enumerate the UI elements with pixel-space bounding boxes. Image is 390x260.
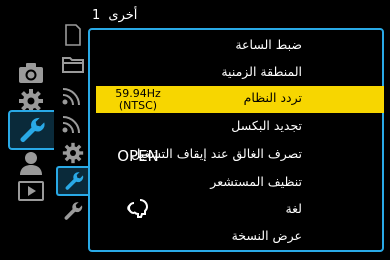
subtab-wifi-1[interactable] xyxy=(58,82,88,108)
page-number: 1 xyxy=(92,8,101,23)
category-setup[interactable] xyxy=(8,110,54,150)
wifi-icon xyxy=(62,113,84,133)
menu-item-sensor-cleaning[interactable]: تنظيف المستشعر xyxy=(96,170,384,197)
page-title: 1 أخرى xyxy=(92,8,137,26)
wrench-small-icon xyxy=(62,200,84,222)
menu-item-label: تجديد البكسل xyxy=(231,118,302,133)
menu-item-system-frequency[interactable]: 59.94Hz (NTSC) تردد النظام xyxy=(96,86,384,113)
menu-title: أخرى xyxy=(108,8,138,23)
menu-item-clock-set[interactable]: ضبط الساعة xyxy=(96,33,384,60)
subtab-setup-other-1[interactable] xyxy=(56,166,90,196)
subtab-wifi-2[interactable] xyxy=(58,110,88,136)
menu-item-label: تصرف الغالق عند إيقاف التشغيل xyxy=(131,146,302,161)
menu-item-label: تنظيف المستشعر xyxy=(210,174,302,189)
wrench-icon xyxy=(17,115,47,145)
category-playback[interactable] xyxy=(12,174,50,208)
card-icon xyxy=(65,24,81,46)
menu-item-time-zone[interactable]: المنطقة الزمنية xyxy=(96,60,384,87)
person-icon xyxy=(18,151,44,175)
menu-item-label: تردد النظام xyxy=(243,90,302,105)
camera-menu-screen: 1 أخرى ضبط الساعة المنطقة الزمنية 59.94H… xyxy=(0,0,390,260)
menu-item-label: المنطقة الزمنية xyxy=(221,64,302,79)
subtab-card[interactable] xyxy=(58,22,88,48)
menu-item-value: 59.94Hz (NTSC) xyxy=(96,86,180,113)
menu-item-shutter-power-off[interactable]: OPEN تصرف الغالق عند إيقاف التشغيل xyxy=(96,142,384,169)
speech-head-icon xyxy=(126,197,150,224)
menu-item-label: ضبط الساعة xyxy=(235,37,302,52)
gear-icon xyxy=(62,142,84,164)
frequency-standard: (NTSC) xyxy=(118,98,158,112)
frequency-value: 59.94Hz xyxy=(115,86,161,100)
wifi-icon xyxy=(62,85,84,105)
menu-item-label: عرض النسخة xyxy=(231,228,302,243)
subtab-folder[interactable] xyxy=(58,51,88,77)
menu-item-label: لغة xyxy=(285,201,302,216)
menu-item-value xyxy=(96,197,180,224)
wrench-small-icon xyxy=(63,170,85,192)
menu-item-version-display[interactable]: عرض النسخة xyxy=(96,224,384,251)
folder-icon xyxy=(62,55,84,73)
play-icon xyxy=(18,181,44,201)
camera-icon xyxy=(18,62,44,84)
menu-item-pixel-refresh[interactable]: تجديد البكسل xyxy=(96,114,384,141)
subtab-gear[interactable] xyxy=(58,140,88,166)
subtab-setup-other-2[interactable] xyxy=(58,198,88,224)
menu-item-language[interactable]: لغة xyxy=(96,197,384,224)
